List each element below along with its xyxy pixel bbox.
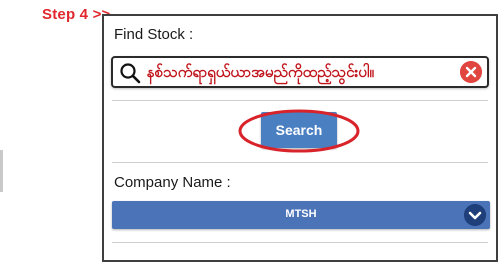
- clear-x-icon[interactable]: [460, 61, 482, 83]
- search-button-area: Search: [237, 108, 361, 154]
- company-selected-value: MTSH: [285, 208, 317, 220]
- company-select[interactable]: MTSH: [112, 201, 490, 229]
- divider: [112, 100, 488, 101]
- divider: [112, 242, 488, 243]
- find-stock-label: Find Stock :: [114, 26, 194, 43]
- divider: [112, 162, 488, 163]
- company-name-label: Company Name :: [114, 174, 231, 191]
- chevron-down-icon[interactable]: [464, 204, 486, 226]
- search-input-value: နစ်သက်ရာရှယ်ယာအမည်ကိုထည့်သွင်းပါ။: [147, 63, 374, 81]
- page: Step 4 >> Find Stock : နစ်သက်ရာရှယ်ယာအမည…: [0, 0, 502, 266]
- highlight-ellipse: [238, 109, 360, 153]
- magnifier-icon: [120, 63, 141, 84]
- left-edge-mark: [0, 150, 3, 192]
- app-frame: Find Stock : နစ်သက်ရာရှယ်ယာအမည်ကိုထည့်သွ…: [102, 14, 498, 262]
- step-annotation: Step 4 >>: [42, 6, 111, 23]
- search-input[interactable]: နစ်သက်ရာရှယ်ယာအမည်ကိုထည့်သွင်းပါ။: [111, 56, 489, 88]
